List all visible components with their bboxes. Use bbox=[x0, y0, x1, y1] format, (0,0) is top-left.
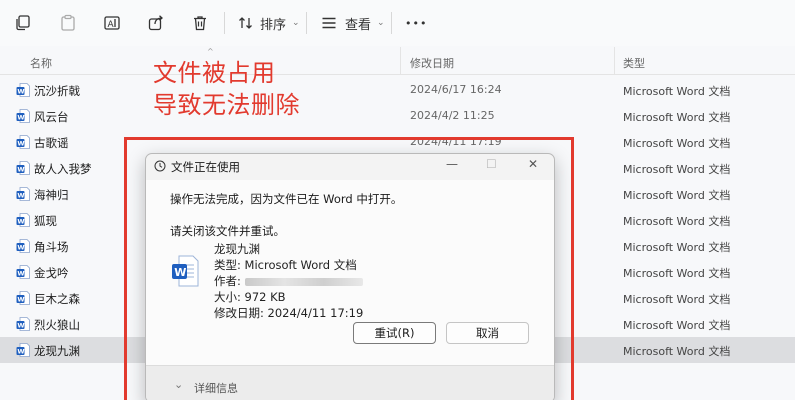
file-date: 2024/6/17 16:24 bbox=[410, 83, 502, 96]
file-type: Microsoft Word 文档 bbox=[623, 85, 731, 98]
annotation-line-1: 文件被占用 bbox=[153, 59, 276, 87]
toolbar: A 排序 ⌄ 查看 ⌄ ••• bbox=[0, 0, 795, 46]
paste-icon[interactable] bbox=[59, 10, 77, 36]
word-doc-icon: W bbox=[16, 109, 30, 123]
svg-text:W: W bbox=[17, 270, 24, 278]
file-name: 狐现 bbox=[34, 214, 57, 228]
file-type: Microsoft Word 文档 bbox=[623, 215, 731, 228]
word-doc-icon: W bbox=[16, 161, 30, 175]
svg-text:W: W bbox=[17, 218, 24, 226]
file-type: Microsoft Word 文档 bbox=[623, 111, 731, 124]
file-type: Microsoft Word 文档 bbox=[623, 319, 731, 332]
svg-text:W: W bbox=[17, 88, 24, 96]
file-row[interactable]: W 风云台 2024/4/2 11:25 Microsoft Word 文档 bbox=[0, 103, 795, 129]
file-type: Microsoft Word 文档 bbox=[623, 293, 731, 306]
file-name: 古歌谣 bbox=[34, 136, 69, 150]
chevron-down-icon: ⌄ bbox=[292, 18, 300, 28]
column-type[interactable]: 类型 bbox=[623, 55, 645, 71]
copy-icon[interactable] bbox=[14, 10, 32, 36]
file-name: 沉沙折戟 bbox=[34, 84, 80, 98]
sort-icon bbox=[239, 17, 252, 29]
file-name: 故人入我梦 bbox=[34, 162, 92, 176]
word-doc-icon: W bbox=[16, 187, 30, 201]
word-doc-icon: W bbox=[16, 343, 30, 357]
file-type: Microsoft Word 文档 bbox=[623, 137, 731, 150]
word-doc-icon: W bbox=[16, 317, 30, 331]
file-type: Microsoft Word 文档 bbox=[623, 189, 731, 202]
svg-text:W: W bbox=[17, 296, 24, 304]
file-name: 烈火狼山 bbox=[34, 318, 80, 332]
file-type: Microsoft Word 文档 bbox=[623, 345, 731, 358]
file-type: Microsoft Word 文档 bbox=[623, 267, 731, 280]
word-doc-icon: W bbox=[16, 213, 30, 227]
word-doc-icon: W bbox=[16, 135, 30, 149]
view-button[interactable]: 查看 ⌄ bbox=[321, 10, 385, 36]
file-name: 金戈吟 bbox=[34, 266, 69, 280]
column-name[interactable]: 名称 bbox=[30, 55, 52, 71]
view-label: 查看 bbox=[345, 17, 372, 33]
word-doc-icon: W bbox=[16, 83, 30, 97]
file-row[interactable]: W 沉沙折戟 2024/6/17 16:24 Microsoft Word 文档 bbox=[0, 77, 795, 103]
file-type: Microsoft Word 文档 bbox=[623, 241, 731, 254]
file-name: 龙现九渊 bbox=[34, 344, 80, 358]
sort-label: 排序 bbox=[260, 17, 287, 33]
file-date: 2024/4/2 11:25 bbox=[410, 109, 495, 122]
annotation-text: 文件被占用 导致无法删除 bbox=[153, 57, 300, 121]
share-icon[interactable] bbox=[147, 10, 165, 36]
file-type: Microsoft Word 文档 bbox=[623, 163, 731, 176]
word-doc-icon: W bbox=[16, 291, 30, 305]
word-doc-icon: W bbox=[16, 265, 30, 279]
file-name: 风云台 bbox=[34, 110, 69, 124]
column-modified[interactable]: 修改日期 bbox=[410, 55, 454, 71]
more-button[interactable]: ••• bbox=[405, 10, 427, 36]
svg-text:W: W bbox=[17, 322, 24, 330]
svg-text:W: W bbox=[17, 166, 24, 174]
svg-text:W: W bbox=[17, 114, 24, 122]
delete-icon[interactable] bbox=[191, 10, 209, 36]
column-header: 名称 修改日期 类型 bbox=[0, 47, 795, 75]
svg-text:A: A bbox=[108, 20, 115, 30]
chevron-down-icon: ⌄ bbox=[377, 18, 385, 28]
file-name: 海神归 bbox=[34, 188, 69, 202]
annotation-line-2: 导致无法删除 bbox=[153, 91, 300, 119]
highlight-box bbox=[124, 137, 574, 400]
view-icon bbox=[322, 17, 336, 29]
file-name: 巨木之森 bbox=[34, 292, 80, 306]
rename-icon[interactable]: A bbox=[103, 10, 121, 36]
svg-text:W: W bbox=[17, 348, 24, 356]
sort-indicator-icon: ^ bbox=[207, 47, 214, 56]
svg-text:W: W bbox=[17, 244, 24, 252]
word-doc-icon: W bbox=[16, 239, 30, 253]
sort-button[interactable]: 排序 ⌄ bbox=[238, 10, 300, 36]
svg-text:W: W bbox=[17, 192, 24, 200]
svg-text:W: W bbox=[17, 140, 24, 148]
file-name: 角斗场 bbox=[34, 240, 69, 254]
